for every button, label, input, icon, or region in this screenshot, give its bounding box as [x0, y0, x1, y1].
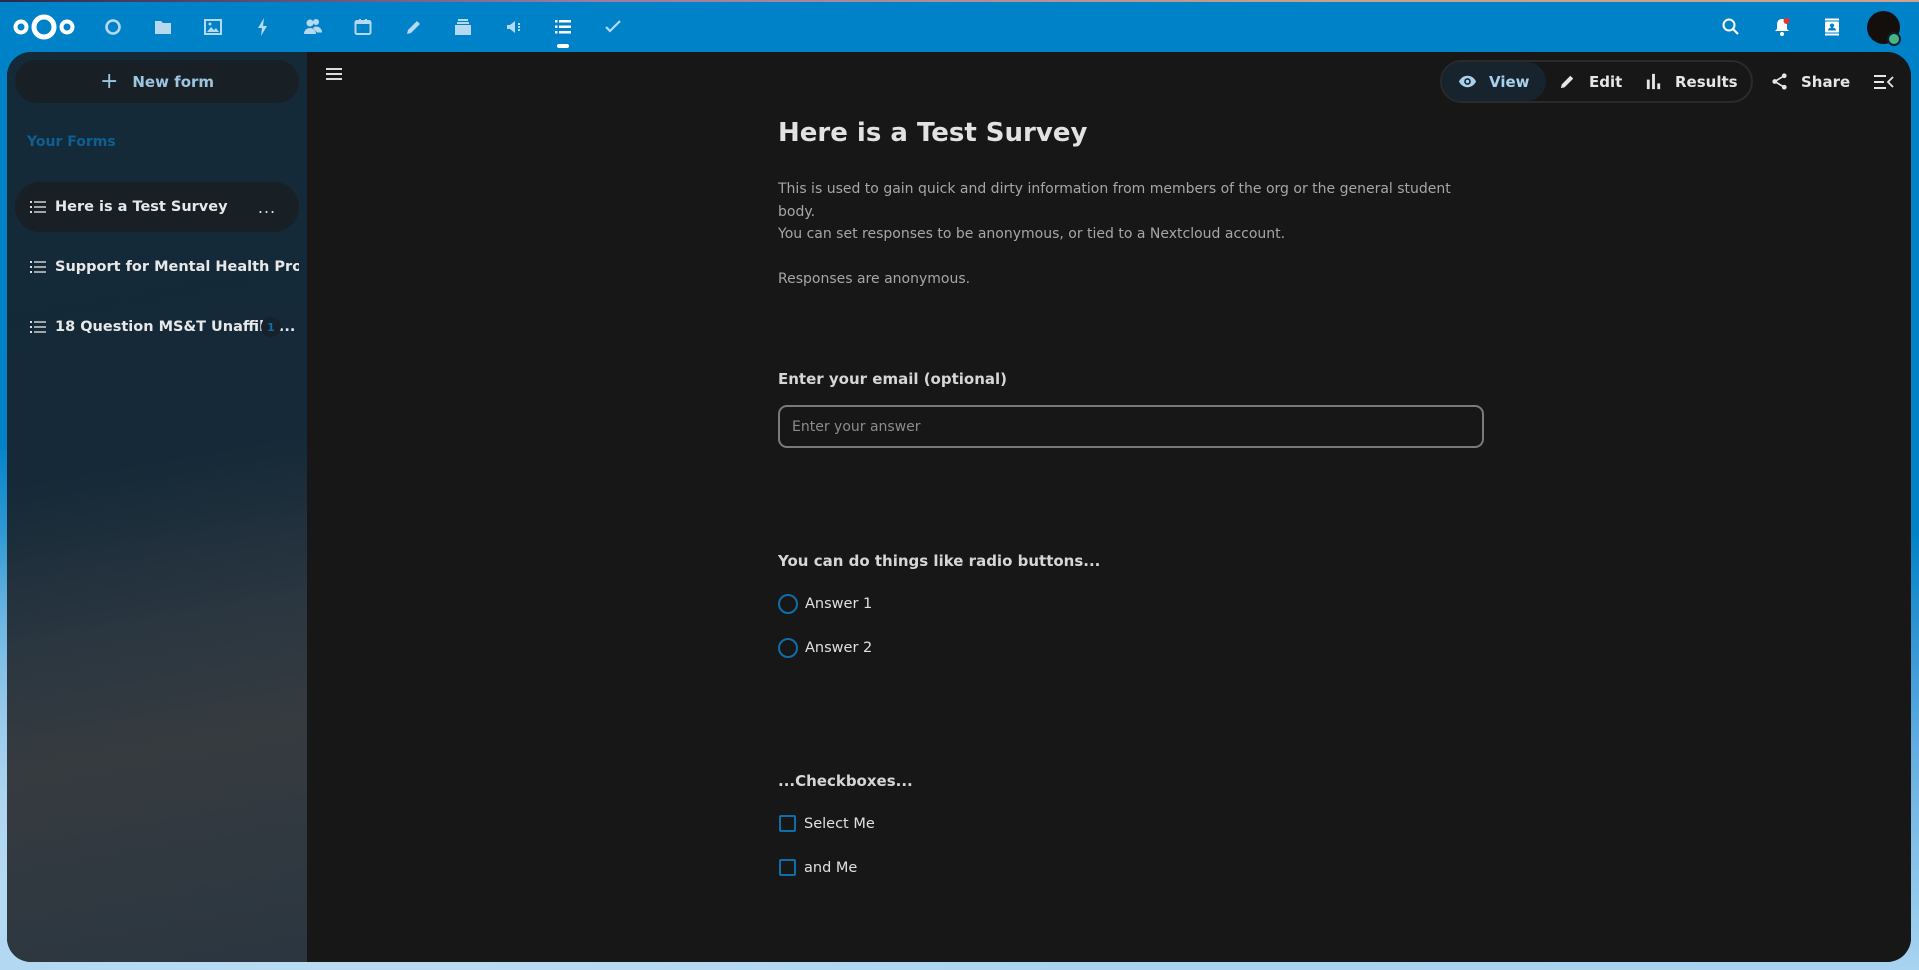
question-email: Enter your email (optional)	[778, 370, 1484, 448]
plus-icon: +	[99, 68, 119, 94]
hamburger-menu-icon[interactable]	[322, 62, 346, 86]
checkbox[interactable]	[779, 815, 796, 832]
radio-button[interactable]	[778, 594, 798, 614]
app-notes-pencil-icon[interactable]	[401, 14, 427, 40]
app-navigation-sidebar: + New form Your Forms Here is a Test Sur…	[7, 52, 307, 962]
list-icon	[30, 321, 46, 333]
sidebar-form-item[interactable]: Support for Mental Health Pro...	[15, 242, 299, 292]
form-item-label: Support for Mental Health Pro...	[55, 259, 299, 275]
option-label: Answer 1	[805, 596, 873, 612]
top-header	[0, 2, 1919, 52]
app-tasks-checkmark-icon[interactable]	[600, 14, 626, 40]
option-label: Answer 2	[805, 640, 873, 656]
checkbox[interactable]	[779, 859, 796, 876]
radio-option[interactable]: Answer 2	[778, 638, 872, 658]
app-photos-image-icon[interactable]	[200, 14, 226, 40]
results-mode-button[interactable]: Results	[1628, 62, 1754, 101]
app-forms-list-icon[interactable]	[550, 14, 576, 48]
share-label: Share	[1801, 72, 1851, 91]
app-dashboard-circle-icon[interactable]	[100, 14, 126, 40]
notification-dot	[1783, 18, 1790, 24]
form-view: Here is a Test Survey This is used to ga…	[778, 112, 1484, 876]
sidebar-form-item[interactable]: 18 Question MS&T Unaffilia... 1	[15, 302, 299, 352]
question-title: Enter your email (optional)	[778, 370, 1008, 388]
option-label: and Me	[804, 859, 858, 876]
anonymity-note: Responses are anonymous.	[778, 270, 971, 287]
radio-button[interactable]	[778, 638, 798, 658]
form-description-line: This is used to gain quick and dirty inf…	[778, 181, 1451, 220]
checkbox-option[interactable]: and Me	[778, 859, 857, 876]
question-radio: You can do things like radio buttons... …	[778, 552, 1484, 658]
list-icon	[30, 261, 46, 273]
question-title: You can do things like radio buttons...	[778, 552, 1101, 570]
radio-option[interactable]: Answer 1	[778, 594, 872, 614]
form-item-label: 18 Question MS&T Unaffilia...	[55, 319, 296, 335]
new-responses-counter: 1	[261, 317, 281, 337]
view-label: View	[1489, 72, 1530, 91]
edit-label: Edit	[1589, 72, 1623, 91]
app-deck-icon[interactable]	[450, 14, 476, 40]
checkbox-option[interactable]: Select Me	[778, 815, 875, 832]
option-label: Select Me	[804, 815, 875, 832]
app-files-folder-icon[interactable]	[150, 14, 176, 40]
results-label: Results	[1675, 72, 1738, 91]
list-icon	[30, 201, 46, 213]
active-app-indicator	[557, 44, 569, 48]
bar-chart-icon	[1646, 73, 1661, 90]
pencil-icon	[1560, 75, 1574, 89]
toggle-sidebar-icon[interactable]	[1872, 70, 1896, 94]
new-form-label: New form	[132, 72, 215, 91]
search-icon[interactable]	[1718, 14, 1744, 40]
form-item-label: Here is a Test Survey	[55, 199, 228, 215]
form-description-line: You can set responses to be anonymous, o…	[778, 226, 1286, 242]
contacts-menu-icon[interactable]	[1819, 14, 1845, 40]
view-mode-switcher: View Edit Results	[1440, 60, 1753, 103]
app-content: View Edit Results Share Here is a Test S…	[307, 52, 1911, 962]
nextcloud-logo-icon[interactable]	[12, 12, 76, 42]
app-calendar-icon[interactable]	[350, 14, 376, 40]
form-title: Here is a Test Survey	[778, 118, 1088, 148]
form-description: This is used to gain quick and dirty inf…	[778, 178, 1484, 246]
bell-icon[interactable]	[1769, 14, 1795, 40]
app-announcements-megaphone-icon[interactable]	[501, 14, 527, 40]
your-forms-caption: Your Forms	[27, 134, 116, 150]
share-icon	[1772, 73, 1787, 90]
share-button[interactable]: Share	[1762, 62, 1858, 101]
app-contacts-icon[interactable]	[300, 14, 326, 40]
eye-icon	[1458, 75, 1477, 88]
question-title: ...Checkboxes...	[778, 772, 913, 790]
edit-mode-button[interactable]: Edit	[1542, 62, 1638, 101]
email-answer-input[interactable]	[778, 405, 1484, 448]
app-window: + New form Your Forms Here is a Test Sur…	[7, 52, 1911, 962]
more-actions-icon[interactable]: ...	[255, 196, 279, 218]
app-activity-lightning-icon[interactable]	[250, 14, 276, 40]
user-status-online-indicator	[1887, 32, 1901, 46]
new-form-button[interactable]: + New form	[15, 60, 299, 103]
sidebar-form-item-active[interactable]: Here is a Test Survey ...	[15, 182, 299, 232]
view-mode-button[interactable]: View	[1442, 62, 1546, 101]
question-checkbox: ...Checkboxes... Select Me and Me	[778, 772, 1484, 876]
